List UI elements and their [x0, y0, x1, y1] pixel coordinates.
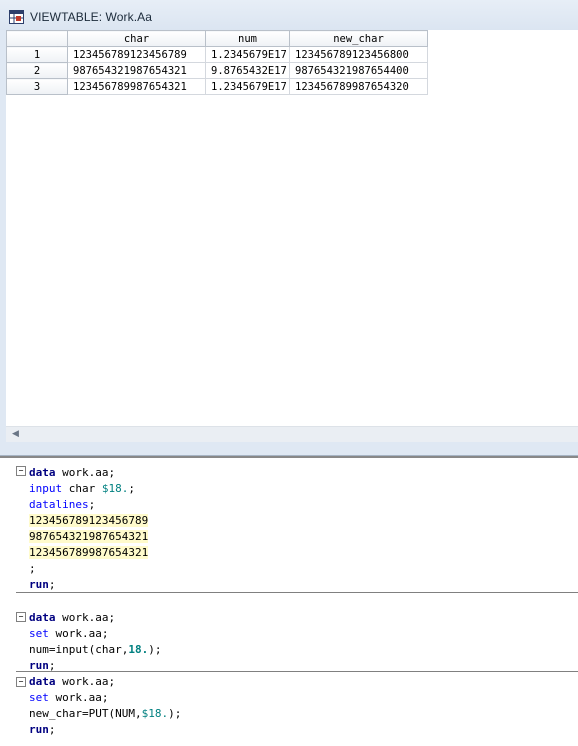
- keyword-input: input: [29, 482, 63, 495]
- data-table: char num new_char 1 123456789123456789 1…: [6, 30, 428, 95]
- code-line: 123456789987654321: [29, 545, 149, 561]
- table-row: 1 123456789123456789 1.2345679E17 123456…: [6, 46, 428, 63]
- datalines-value: 987654321987654321: [29, 530, 149, 543]
- column-header-char[interactable]: char: [67, 30, 206, 47]
- code-line: data work.aa;: [29, 465, 115, 481]
- viewtable-window: VIEWTABLE: Work.Aa char num new_char 1 1…: [0, 0, 578, 456]
- input-variable: char: [62, 482, 102, 495]
- collapse-icon[interactable]: −: [16, 612, 26, 622]
- code-line: ;: [29, 561, 36, 577]
- statement-end: ;: [48, 723, 56, 736]
- cell-char[interactable]: 123456789123456789: [67, 46, 206, 63]
- keyword-set: set: [29, 627, 49, 640]
- code-line: 987654321987654321: [29, 529, 149, 545]
- dataset-name: work.aa;: [48, 691, 109, 704]
- code-line: datalines;: [29, 497, 95, 513]
- keyword-run: run: [29, 723, 49, 736]
- statement-end: );: [148, 643, 162, 656]
- keyword-set: set: [29, 691, 49, 704]
- viewtable-icon: [9, 10, 24, 24]
- assignment: num=input(char,: [29, 643, 129, 656]
- table-row: 2 987654321987654321 9.8765432E17 987654…: [6, 62, 428, 79]
- column-header-num[interactable]: num: [205, 30, 290, 47]
- table-header-row: char num new_char: [6, 30, 428, 47]
- statement-end: );: [168, 707, 182, 720]
- table-viewport[interactable]: char num new_char 1 123456789123456789 1…: [6, 30, 578, 426]
- keyword-run: run: [29, 578, 49, 591]
- code-line: run;: [29, 722, 56, 738]
- collapse-icon[interactable]: −: [16, 677, 26, 687]
- format-literal: $18.: [141, 707, 169, 720]
- code-line: run;: [29, 577, 56, 593]
- cell-new-char[interactable]: 987654321987654400: [289, 62, 428, 79]
- table-row: 3 123456789987654321 1.2345679E17 123456…: [6, 78, 428, 95]
- statement-end: ;: [48, 578, 56, 591]
- code-line: data work.aa;: [29, 610, 115, 626]
- code-line: input char $18.;: [29, 481, 135, 497]
- code-line: new_char=PUT(NUM,$18.);: [29, 706, 181, 722]
- datalines-value: 123456789123456789: [29, 514, 149, 527]
- row-header-corner: [6, 30, 68, 47]
- datalines-terminator: ;: [29, 562, 36, 575]
- code-line: num=input(char,18.);: [29, 642, 161, 658]
- window-title: VIEWTABLE: Work.Aa: [30, 10, 153, 24]
- assignment: new_char=PUT(NUM,: [29, 707, 142, 720]
- keyword-datalines: datalines: [29, 498, 89, 511]
- dataset-name: work.aa;: [55, 675, 116, 688]
- cell-new-char[interactable]: 123456789123456800: [289, 46, 428, 63]
- code-line: set work.aa;: [29, 626, 108, 642]
- input-format: $18.: [101, 482, 129, 495]
- keyword-data: data: [29, 611, 56, 624]
- keyword-data: data: [29, 466, 56, 479]
- cell-num[interactable]: 1.2345679E17: [205, 46, 290, 63]
- column-header-new-char[interactable]: new_char: [289, 30, 428, 47]
- dataset-name: work.aa;: [48, 627, 109, 640]
- row-number[interactable]: 3: [6, 78, 68, 95]
- format-literal: 18.: [128, 643, 149, 656]
- horizontal-scrollbar[interactable]: ◀: [6, 426, 578, 442]
- row-number[interactable]: 1: [6, 46, 68, 63]
- step-divider: [16, 671, 578, 672]
- program-editor[interactable]: − data work.aa; input char $18.; datalin…: [0, 456, 578, 746]
- cell-new-char[interactable]: 123456789987654320: [289, 78, 428, 95]
- keyword-data: data: [29, 675, 56, 688]
- statement-end: ;: [128, 482, 135, 495]
- step-divider: [16, 592, 578, 593]
- statement-end: ;: [88, 498, 96, 511]
- cell-num[interactable]: 9.8765432E17: [205, 62, 290, 79]
- code-line: set work.aa;: [29, 690, 108, 706]
- cell-num[interactable]: 1.2345679E17: [205, 78, 290, 95]
- scroll-left-arrow-icon[interactable]: ◀: [12, 429, 19, 439]
- dataset-name: work.aa;: [55, 611, 116, 624]
- cell-char[interactable]: 123456789987654321: [67, 78, 206, 95]
- dataset-name: work.aa;: [55, 466, 116, 479]
- window-titlebar[interactable]: VIEWTABLE: Work.Aa: [0, 0, 578, 30]
- cell-char[interactable]: 987654321987654321: [67, 62, 206, 79]
- collapse-icon[interactable]: −: [16, 466, 26, 476]
- code-line: 123456789123456789: [29, 513, 149, 529]
- row-number[interactable]: 2: [6, 62, 68, 79]
- datalines-value: 123456789987654321: [29, 546, 149, 559]
- code-line: data work.aa;: [29, 674, 115, 690]
